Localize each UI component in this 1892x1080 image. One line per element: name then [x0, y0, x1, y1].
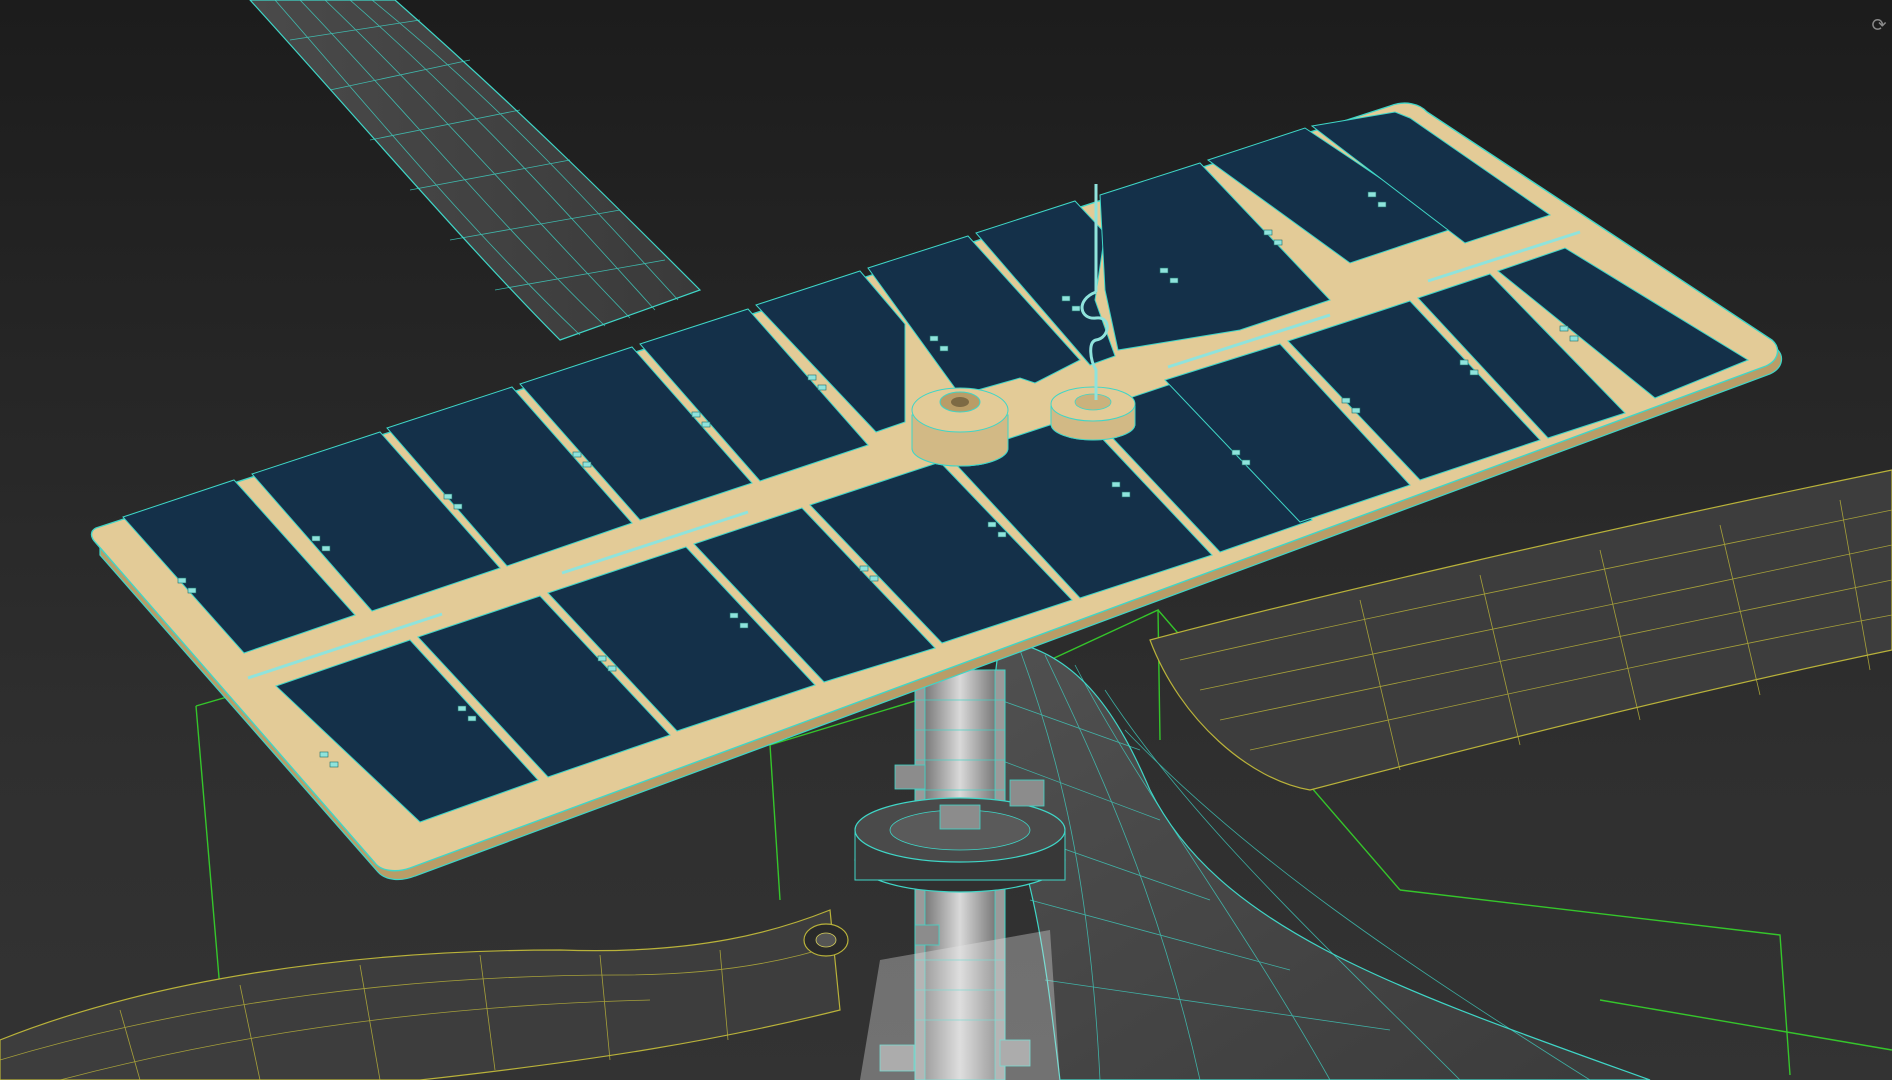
orbit-icon[interactable]: ⟳ [1868, 14, 1890, 36]
3d-viewport[interactable]: ⟳ [0, 0, 1892, 1080]
left-wing-mesh[interactable] [0, 909, 849, 1080]
scene-canvas[interactable] [0, 0, 1892, 1080]
dome-sensor-right[interactable] [1050, 386, 1136, 441]
dome-sensor-left[interactable] [911, 387, 1009, 467]
rear-wing-mesh[interactable] [249, 0, 702, 341]
